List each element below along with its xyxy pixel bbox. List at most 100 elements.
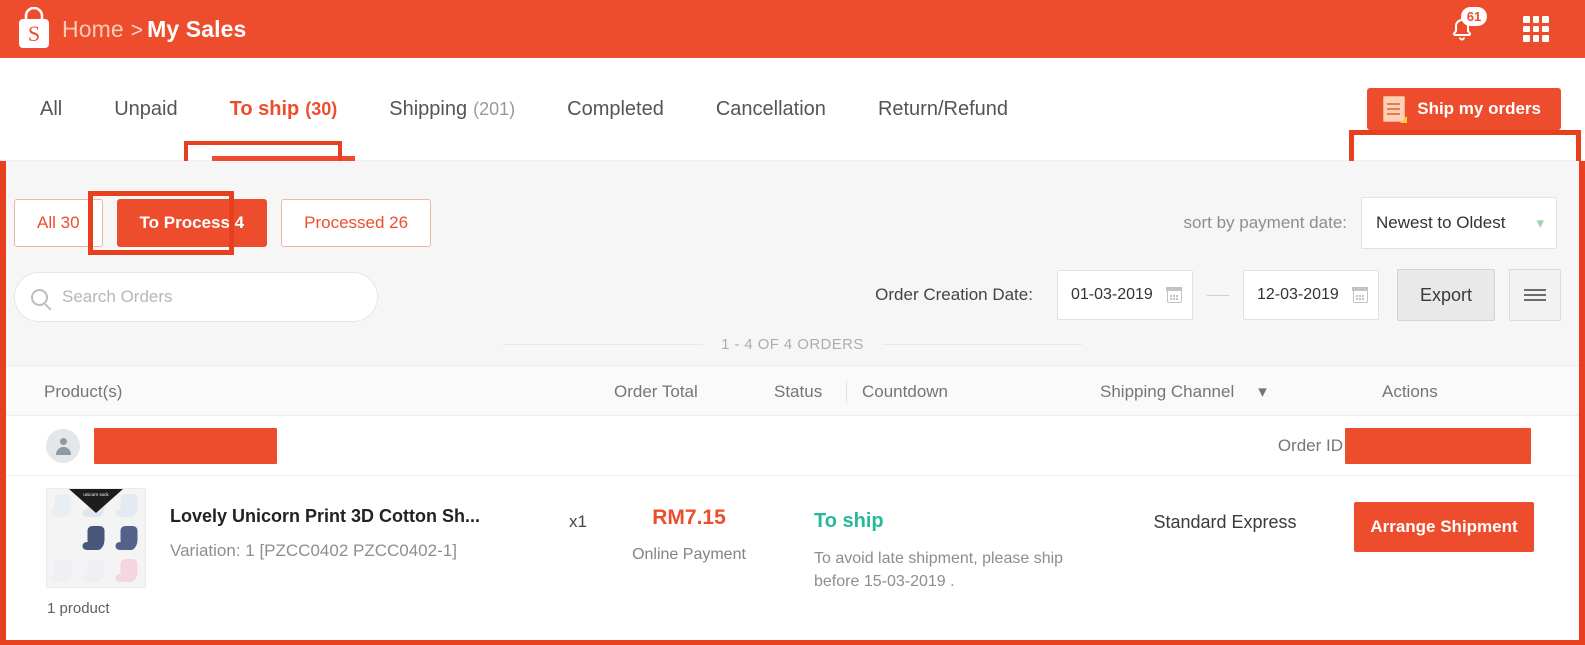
order-total-amount: RM7.15 [652,506,726,529]
date-from-value: 01-03-2019 [1070,286,1153,303]
search-icon [31,288,48,306]
apps-grid-icon[interactable] [1523,16,1549,42]
tab-label: Completed [567,98,664,120]
order-status-tabs: All Unpaid To ship (30) Shipping (201) C… [14,58,1034,161]
product-variation: Variation: 1 [PZCC0402 PZCC0402-1] [170,541,457,560]
sort-selected-value: Newest to Oldest [1376,213,1506,232]
header-products: Product(s) [44,381,123,401]
divider-left [503,344,704,345]
tab-all[interactable]: All [14,58,88,161]
tab-count: (30) [305,99,338,119]
product-quantity: x1 [569,512,587,531]
countdown-note: To avoid late shipment, please ship befo… [814,550,1064,591]
tab-count: (201) [473,99,516,119]
buyer-name-redacted [94,427,277,464]
search-placeholder: Search Orders [62,287,173,306]
process-filter-chips: All 30 To Process 4 Processed 26 [14,199,432,247]
product-title[interactable]: Lovely Unicorn Print 3D Cotton Sh... [170,506,480,527]
tab-label: Cancellation [715,98,826,120]
product-info: Lovely Unicorn Print 3D Cotton Sh... Var… [170,488,480,561]
orders-table-header: Product(s) Order Total Status Countdown … [6,365,1579,416]
tab-label: Unpaid [114,98,178,120]
actions-cell: Arrange Shipment [1354,502,1534,552]
tab-cancellation[interactable]: Cancellation [690,58,852,161]
date-range-separator [1206,294,1229,296]
topbar-actions: 61 [1447,7,1549,46]
breadcrumb-home[interactable]: Home [62,16,124,43]
status-cell: To ship To avoid late shipment, please s… [814,510,1094,593]
ship-my-orders-label: Ship my orders [1417,99,1541,118]
calendar-icon [1166,287,1183,303]
notification-bell-icon[interactable]: 61 [1447,7,1487,46]
header-status: Status [774,381,823,401]
order-creation-date-label: Order Creation Date: [875,285,1033,304]
hamburger-list-icon [1524,286,1546,304]
order-status-tabbar: All Unpaid To ship (30) Shipping (201) C… [0,58,1585,203]
header-shipping-channel[interactable]: Shipping Channel ▾ [1100,366,1267,417]
tab-completed[interactable]: Completed [541,58,690,161]
date-to-field[interactable]: 12-03-2019 [1242,270,1379,320]
product-ribbon: unicorn sock [69,489,123,513]
sort-control: sort by payment date: Newest to Oldest ▾ [1184,197,1557,249]
ship-my-orders-button[interactable]: Ship my orders [1367,88,1561,130]
tab-shipping[interactable]: Shipping (201) [363,58,541,161]
sort-order-select[interactable]: Newest to Oldest ▾ [1361,197,1557,249]
order-count-text: 1 - 4 OF 4 ORDERS [721,336,864,353]
header-shipping-channel-label: Shipping Channel [1100,381,1235,401]
breadcrumb-current: My Sales [147,15,247,42]
shopee-bag-icon[interactable]: S [6,7,62,51]
tab-return-refund[interactable]: Return/Refund [852,58,1034,161]
date-filter-toolbar: Order Creation Date: 01-03-2019 12-03-20… [875,269,1561,321]
filter-chip-all[interactable]: All 30 [14,199,103,247]
order-total-cell: RM7.15 Online Payment [614,506,764,564]
table-row: unicorn sock 1 product Lovely Unicorn Pr… [6,476,1579,640]
chip-label: To Process 4 [139,213,245,232]
tab-unpaid[interactable]: Unpaid [88,58,203,161]
product-count-label: 1 product [47,600,110,617]
orders-content-area: All 30 To Process 4 Processed 26 sort by… [0,161,1585,645]
header-divider [846,381,847,403]
svg-text:S: S [28,21,40,46]
my-sales-page: S Home > My Sales 61 All Unpaid To ship … [0,0,1585,645]
divider-right [881,344,1082,345]
date-to-value: 12-03-2019 [1256,286,1339,303]
filter-chip-processed[interactable]: Processed 26 [281,199,432,247]
header-countdown: Countdown [862,381,949,401]
breadcrumb: Home > My Sales [62,16,246,43]
date-from-field[interactable]: 01-03-2019 [1056,270,1193,320]
export-button[interactable]: Export [1396,269,1495,321]
product-cell: unicorn sock 1 product Lovely Unicorn Pr… [46,488,480,617]
ship-my-orders-wrapper: Ship my orders [1367,88,1561,130]
sort-label: sort by payment date: [1183,213,1347,232]
notification-badge: 61 [1461,7,1487,26]
tab-label: All [40,98,63,120]
tab-label: To ship [229,98,300,120]
order-count-row: 1 - 4 OF 4 ORDERS [6,336,1579,353]
invoice-document-icon [1383,96,1408,123]
chip-label: Processed 26 [304,213,409,232]
calendar-icon [1352,287,1369,303]
chevron-down-icon: ▾ [1536,214,1544,232]
chip-label: All 30 [37,213,80,232]
product-thumbnail-socks[interactable]: unicorn sock [46,488,146,588]
order-id-label: Order ID [1277,435,1343,455]
shipping-channel-value: Standard Express [1153,512,1297,532]
tab-to-ship[interactable]: To ship (30) [204,58,364,161]
arrange-shipment-button[interactable]: Arrange Shipment [1354,502,1534,552]
top-navigation-bar: S Home > My Sales 61 [0,0,1585,58]
header-order-total: Order Total [614,381,698,401]
status-badge: To ship [814,510,884,532]
tab-label: Return/Refund [877,98,1009,120]
order-id-wrapper: Order ID [1277,427,1531,464]
tab-label: Shipping [389,98,468,120]
order-id-redacted [1345,427,1531,464]
chevron-down-icon: ▾ [1258,381,1267,401]
user-avatar-icon [46,428,80,463]
list-view-button[interactable] [1509,269,1561,321]
header-actions: Actions [1382,381,1438,401]
payment-method: Online Payment [632,546,746,563]
search-orders-input[interactable]: Search Orders [14,272,378,322]
breadcrumb-separator: > [130,18,144,42]
order-buyer-row: Order ID [6,416,1579,476]
filter-chip-to-process[interactable]: To Process 4 [116,199,268,247]
